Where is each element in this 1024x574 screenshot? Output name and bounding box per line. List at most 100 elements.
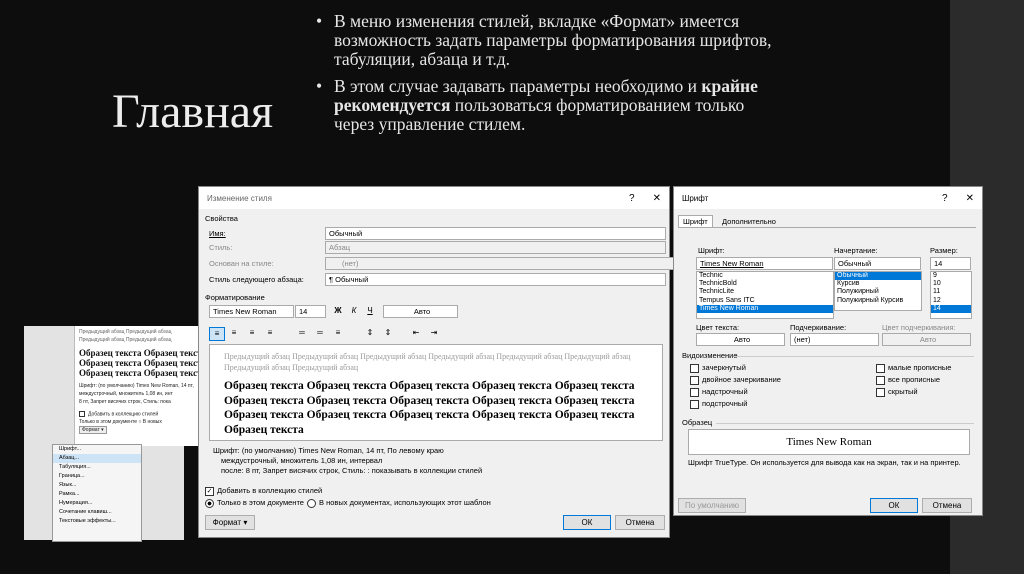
style-preview-pane: Предыдущий абзац Предыдущий абзац Предыд… — [209, 344, 663, 441]
ok-button[interactable]: ОК — [870, 498, 918, 513]
close-icon[interactable]: ✕ — [653, 193, 661, 204]
only-this-document-radio[interactable]: Только в этом документе — [205, 498, 304, 508]
bg-menu-item: Абзац... — [53, 454, 141, 463]
bg-grey-line: Предыдущий абзац Предыдущий абзац — [79, 337, 172, 343]
increase-indent-icon[interactable]: ⇥ — [427, 327, 441, 339]
style-list-item[interactable]: Полужирный — [835, 288, 921, 296]
tab-advanced[interactable]: Дополнительно — [718, 216, 780, 227]
underline-color-label: Цвет подчеркивания: — [882, 323, 956, 332]
font-size-list[interactable]: 9 10 11 12 14 — [930, 271, 972, 319]
font-style-label: Начертание: — [834, 246, 878, 255]
size-list-item[interactable]: 9 — [931, 272, 971, 280]
name-label: Имя: — [209, 229, 226, 238]
bullet-2: • В этом случае задавать параметры необх… — [314, 77, 784, 134]
bold-button[interactable]: Ж — [331, 305, 345, 317]
based-on-select[interactable]: (нет) — [325, 257, 679, 270]
slide-title: Главная — [112, 85, 274, 138]
font-size-input[interactable]: 14 — [930, 257, 971, 270]
size-list-item[interactable]: 11 — [931, 288, 971, 296]
underline-button[interactable]: Ч — [363, 305, 377, 317]
bg-sample-line: Образец текста Образец текста — [79, 348, 207, 358]
next-style-label: Стиль следующего абзаца: — [209, 275, 304, 284]
bullet-1: • В меню изменения стилей, вкладке «Форм… — [314, 12, 784, 69]
spacing-double-icon[interactable]: ≡ — [331, 327, 345, 339]
underline-select[interactable]: (нет) — [790, 333, 879, 346]
font-dialog: Шрифт ? ✕ Шрифт Дополнительно Шрифт: Time… — [673, 186, 983, 516]
close-icon[interactable]: ✕ — [966, 193, 974, 204]
bg-sample-line: Образец текста Образец текста — [79, 358, 207, 368]
bg-grey-line: Предыдущий абзац Предыдущий абзац — [79, 329, 172, 335]
space-before-icon[interactable]: ⇕ — [363, 327, 377, 339]
space-after-icon[interactable]: ⇕ — [381, 327, 395, 339]
font-color-label: Цвет текста: — [696, 323, 740, 332]
tab-divider — [678, 227, 976, 228]
next-style-select[interactable]: ¶ Обычный — [325, 273, 666, 286]
font-list-item[interactable]: Technic — [697, 272, 833, 280]
font-sample-text: Times New Roman — [786, 436, 872, 448]
font-list-item[interactable]: TechnicBold — [697, 280, 833, 288]
style-description-1: Шрифт: (по умолчанию) Times New Roman, 1… — [213, 446, 444, 455]
align-right-icon[interactable]: ≡ — [245, 327, 259, 339]
style-type-select[interactable]: Абзац — [325, 241, 666, 254]
font-name-label: Шрифт: — [698, 246, 725, 255]
small-caps-checkbox[interactable]: малые прописные — [876, 363, 951, 373]
size-list-item[interactable]: 12 — [931, 297, 971, 305]
font-list-item[interactable]: TechnicLite — [697, 288, 833, 296]
font-style-input[interactable]: Обычный — [834, 257, 921, 270]
bg-desc: 8 пт, Запрет висячих строк, Стиль: пока — [79, 399, 171, 405]
add-to-gallery-checkbox[interactable]: ✓ Добавить в коллекцию стилей — [205, 486, 322, 496]
help-icon[interactable]: ? — [942, 193, 948, 204]
spacing-single-icon[interactable]: ═ — [295, 327, 309, 339]
font-dialog-title: Шрифт — [682, 193, 709, 203]
underline-label: Подчеркивание: — [790, 323, 847, 332]
font-name-list[interactable]: Technic TechnicBold TechnicLite Tempus S… — [696, 271, 834, 319]
font-list-item[interactable]: Tempus Sans ITC — [697, 297, 833, 305]
font-color-select[interactable]: Авто — [383, 305, 458, 318]
cancel-button[interactable]: Отмена — [615, 515, 665, 530]
superscript-checkbox[interactable]: надстрочный — [690, 387, 748, 397]
cancel-button[interactable]: Отмена — [922, 498, 972, 513]
double-strikethrough-checkbox[interactable]: двойное зачеркивание — [690, 375, 781, 385]
tab-font[interactable]: Шрифт — [678, 215, 713, 227]
style-list-item[interactable]: Полужирный Курсив — [835, 297, 921, 305]
style-dialog-titlebar: Изменение стиля ? ✕ — [199, 187, 669, 209]
strikethrough-checkbox[interactable]: зачеркнутый — [690, 363, 746, 373]
preview-sample-line: Образец текста Образец текста Образец те… — [224, 380, 635, 392]
font-dialog-titlebar: Шрифт ? ✕ — [674, 187, 982, 209]
all-caps-checkbox[interactable]: все прописные — [876, 375, 940, 385]
style-list-item[interactable]: Обычный — [835, 272, 921, 281]
bg-menu-item: Шрифт... — [59, 446, 82, 452]
align-center-icon[interactable]: ≡ — [227, 327, 241, 339]
font-size-select[interactable]: 14 — [295, 305, 326, 318]
underline-color-select[interactable]: Авто — [882, 333, 971, 346]
size-list-item[interactable]: 14 — [931, 304, 971, 313]
spacing-onehalf-icon[interactable]: ═ — [313, 327, 327, 339]
slide-bullets: • В меню изменения стилей, вкладке «Форм… — [314, 12, 784, 142]
based-on-label: Основан на стиле: — [209, 259, 274, 268]
set-default-button[interactable]: По умолчанию — [678, 498, 746, 513]
style-description-3: после: 8 пт, Запрет висячих строк, Стиль… — [221, 466, 483, 475]
help-icon[interactable]: ? — [629, 193, 635, 204]
size-list-item[interactable]: 10 — [931, 280, 971, 288]
format-button[interactable]: Формат ▾ — [205, 515, 255, 530]
hidden-checkbox[interactable]: скрытый — [876, 387, 918, 397]
font-info-text: Шрифт TrueType. Он используется для выво… — [688, 458, 961, 467]
bg-format-menu: Шрифт... Абзац... Табуляция... Граница..… — [52, 444, 142, 542]
italic-button[interactable]: К — [347, 305, 361, 317]
align-justify-icon[interactable]: ≡ — [263, 327, 277, 339]
subscript-checkbox[interactable]: подстрочный — [690, 399, 747, 409]
font-style-list[interactable]: Обычный Курсив Полужирный Полужирный Кур… — [834, 271, 922, 311]
font-name-input[interactable]: Times New Roman — [696, 257, 833, 270]
font-name-select[interactable]: Times New Roman — [209, 305, 294, 318]
new-documents-radio[interactable]: В новых документах, использующих этот ша… — [307, 498, 491, 508]
font-list-item[interactable]: Times New Roman — [697, 304, 833, 313]
style-dialog-title: Изменение стиля — [207, 193, 272, 203]
preview-sample-line: Образец текста Образец текста Образец те… — [224, 409, 635, 421]
font-color-select[interactable]: Авто — [696, 333, 785, 346]
font-sample-pane: Times New Roman — [688, 429, 970, 455]
align-left-icon[interactable]: ≡ — [209, 327, 225, 341]
ok-button[interactable]: ОК — [563, 515, 611, 530]
decrease-indent-icon[interactable]: ⇤ — [409, 327, 423, 339]
name-input[interactable]: Обычный — [325, 227, 666, 240]
preview-sample-line: Образец текста Образец текста Образец те… — [224, 394, 635, 407]
